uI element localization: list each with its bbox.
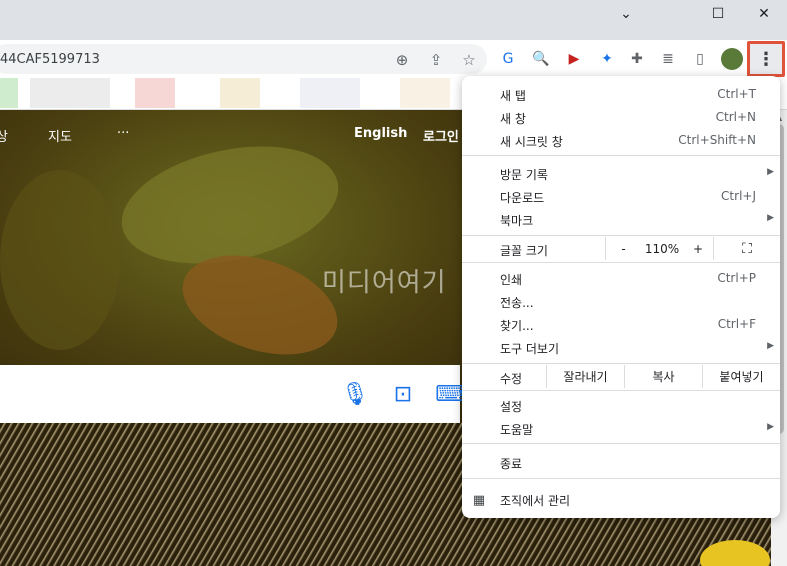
submenu-arrow-icon: ▶ [767, 167, 774, 177]
bookmark-item[interactable] [135, 78, 175, 108]
menu-separator [462, 443, 780, 444]
menu-item-shortcut: Ctrl+J [721, 189, 756, 203]
menu-zoom-row: 글꼴 크기 - 110% + ⛶ [462, 237, 780, 260]
menu-item-shortcut: Ctrl+N [715, 110, 756, 124]
edit-label: 수정 [500, 372, 523, 386]
submenu-arrow-icon: ▶ [767, 341, 774, 351]
menu-separator [462, 390, 780, 391]
nav-item-map[interactable]: 지도 [48, 126, 72, 145]
address-bar[interactable]: 44CAF5199713 ⊕ ⇪ ☆ [0, 44, 487, 74]
zoom-in-button[interactable]: + [683, 237, 713, 260]
nav-english[interactable]: English [354, 126, 407, 141]
bookmark-star-icon[interactable]: ☆ [459, 50, 479, 70]
search-box[interactable]: 🎙 ⊡ ⌨ [0, 365, 467, 423]
menu-item-label: 방문 기록 [500, 168, 548, 182]
menu-item-label: 새 창 [500, 112, 526, 126]
menu-print[interactable]: 인쇄 Ctrl+P [462, 267, 780, 290]
share-icon[interactable]: ⇪ [426, 50, 446, 70]
menu-bookmarks[interactable]: 북마크 ▶ [462, 208, 780, 231]
menu-new-tab[interactable]: 새 탭 Ctrl+T [462, 83, 780, 106]
bookmark-item[interactable] [30, 78, 110, 108]
lens-icon[interactable]: ⊡ [388, 379, 418, 409]
title-bar: ⌄ ☐ ✕ [0, 0, 787, 40]
nav-item-cut[interactable]: 상 [0, 126, 8, 145]
menu-history[interactable]: 방문 기록 ▶ [462, 162, 780, 185]
menu-edit-row: 수정 잘라내기 복사 붙여넣기 [462, 365, 780, 388]
menu-item-label: 북마크 [500, 214, 534, 228]
menu-new-window[interactable]: 새 창 Ctrl+N [462, 106, 780, 129]
nav-more[interactable]: ··· [117, 126, 129, 141]
translate-icon[interactable]: G [497, 48, 519, 70]
media-ext-icon[interactable]: ▶ [563, 48, 585, 70]
hero-text: 미디어여기 [322, 268, 447, 298]
menu-more-tools[interactable]: 도구 더보기 ▶ [462, 336, 780, 359]
zoom-level: 110% [644, 241, 680, 256]
sidepanel-icon[interactable]: ▯ [689, 48, 711, 70]
bookmark-item[interactable] [0, 78, 18, 108]
menu-item-shortcut: Ctrl+P [717, 271, 756, 285]
puzzle-icon[interactable]: ✚ [626, 48, 648, 70]
menu-item-label: 설정 [500, 400, 523, 414]
chrome-menu: 새 탭 Ctrl+T 새 창 Ctrl+N 새 시크릿 창 Ctrl+Shift… [462, 76, 780, 518]
menu-find[interactable]: 찾기... Ctrl+F [462, 313, 780, 336]
tab-search-icon[interactable]: ⌄ [603, 0, 649, 28]
menu-item-label: 종료 [500, 457, 523, 471]
profile-avatar[interactable] [721, 48, 743, 70]
copy-button[interactable]: 복사 [624, 365, 702, 388]
bookmark-item[interactable] [300, 78, 360, 108]
menu-item-label: 전송... [500, 296, 534, 310]
chrome-menu-button[interactable]: ⋮ [747, 41, 785, 77]
menu-separator [462, 262, 780, 263]
menu-item-label: 새 시크릿 창 [500, 135, 563, 149]
menu-cast[interactable]: 전송... [462, 290, 780, 313]
menu-settings[interactable]: 설정 [462, 394, 780, 417]
bookmark-item[interactable] [400, 78, 450, 108]
url-text[interactable]: 44CAF5199713 [0, 52, 100, 67]
menu-item-shortcut: Ctrl+Shift+N [678, 133, 756, 147]
zoom-icon[interactable]: ⊕ [392, 50, 412, 70]
paste-button[interactable]: 붙여넣기 [702, 365, 780, 388]
menu-separator [462, 235, 780, 236]
menu-incognito[interactable]: 새 시크릿 창 Ctrl+Shift+N [462, 129, 780, 152]
menu-separator [462, 478, 780, 479]
zoom-label: 글꼴 크기 [500, 244, 548, 258]
sparkle-icon[interactable]: ✦ [596, 48, 618, 70]
maximize-button[interactable]: ☐ [695, 0, 741, 28]
menu-item-label: 다운로드 [500, 191, 545, 205]
cut-button[interactable]: 잘라내기 [546, 365, 624, 388]
mic-icon[interactable]: 🎙 [340, 379, 370, 409]
nav-login[interactable]: 로그인 [423, 126, 459, 145]
playlist-icon[interactable]: ≣ [657, 48, 679, 70]
menu-help[interactable]: 도움말 ▶ [462, 417, 780, 440]
submenu-arrow-icon: ▶ [767, 213, 774, 223]
menu-item-shortcut: Ctrl+T [717, 87, 756, 101]
menu-item-label: 찾기... [500, 319, 534, 333]
fullscreen-icon[interactable]: ⛶ [713, 237, 780, 260]
menu-item-label: 인쇄 [500, 273, 523, 287]
background-image [0, 170, 120, 350]
menu-item-shortcut: Ctrl+F [717, 317, 756, 331]
close-button[interactable]: ✕ [741, 0, 787, 28]
menu-separator [462, 363, 780, 364]
zoom-out-button[interactable]: - [605, 237, 641, 260]
menu-downloads[interactable]: 다운로드 Ctrl+J [462, 185, 780, 208]
menu-separator [462, 155, 780, 156]
search-ext-icon[interactable]: 🔍 [530, 48, 552, 70]
menu-item-label: 새 탭 [500, 89, 526, 103]
submenu-arrow-icon: ▶ [767, 422, 774, 432]
menu-managed[interactable]: 조직에서 관리 [462, 488, 780, 511]
bookmark-item[interactable] [220, 78, 260, 108]
menu-item-label: 도구 더보기 [500, 342, 560, 356]
menu-item-label: 도움말 [500, 423, 534, 437]
menu-exit[interactable]: 종료 [462, 451, 780, 474]
menu-item-label: 조직에서 관리 [500, 494, 571, 508]
